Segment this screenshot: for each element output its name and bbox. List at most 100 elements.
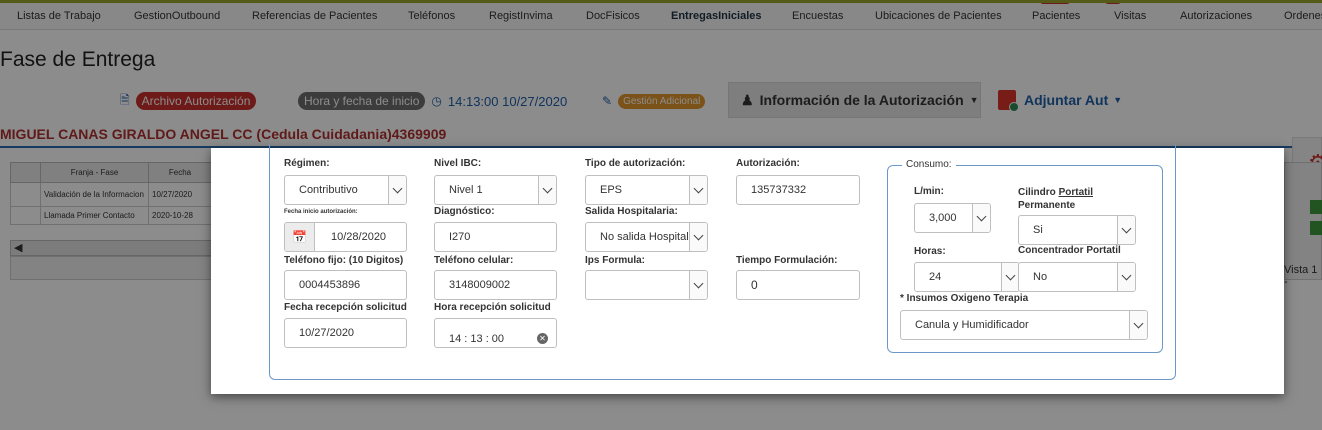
autorizacion-label: Autorización: — [736, 158, 800, 169]
cilindro-label: Cilindro Portatil Permanente — [1018, 186, 1093, 212]
gestion-adicional-group[interactable]: ✎ Gestión Adicional — [602, 90, 706, 112]
tipo-autorizacion-label: Tipo de autorización: — [585, 158, 686, 169]
pdf-add-icon — [998, 90, 1019, 112]
nav-item-docfisicos[interactable]: DocFisicos — [586, 10, 640, 22]
table-header-fecha: Fecha — [148, 162, 212, 183]
nav-item-visitas[interactable]: Visitas — [1114, 10, 1146, 22]
telefono-fijo-value: 0004453896 — [299, 279, 361, 291]
hora-recepcion-input[interactable]: 14 : 13 : 00 ✕ — [434, 318, 557, 348]
tiempo-formulacion-label: Tiempo Formulación: — [736, 255, 838, 266]
green-action-button[interactable] — [1310, 200, 1322, 214]
top-nav: Listas de Trabajo GestionOutbound Refere… — [0, 3, 1322, 30]
adjuntar-label: Adjuntar Aut — [1024, 92, 1109, 108]
hora-fecha-group: Hora y fecha de inicio ◷ 14:13:00 10/27/… — [298, 90, 567, 112]
auth-info-dropdown[interactable]: ♟ Información de la Autorización ▼ — [728, 82, 981, 118]
cilindro-select[interactable]: Si — [1018, 215, 1136, 245]
horizontal-scrollbar[interactable]: ◀ — [10, 240, 212, 256]
tiempo-formulacion-input[interactable]: 0 — [736, 270, 860, 300]
nav-item-entregas-iniciales[interactable]: EntregasIniciales — [671, 10, 762, 22]
horas-label: Horas: — [914, 246, 946, 257]
chevron-down-icon — [689, 176, 707, 204]
tipo-autorizacion-select[interactable]: EPS — [585, 175, 708, 205]
clock-icon: ◷ — [431, 94, 442, 108]
hora-fecha-badge: Hora y fecha de inicio — [298, 92, 426, 110]
authorization-modal: Régimen: Contributivo Fecha inicio autor… — [211, 144, 1284, 394]
clear-icon[interactable]: ✕ — [537, 333, 548, 344]
insumos-label: * Insumos Oxigeno Terapia — [900, 293, 1029, 304]
nav-item-listas-de-trabajo[interactable]: Listas de Trabajo — [17, 10, 101, 22]
nav-item-autorizaciones[interactable]: Autorizaciones — [1180, 10, 1252, 22]
ips-formula-label: Ips Formula: — [585, 255, 646, 266]
nav-item-ubicaciones-pacientes[interactable]: Ubicaciones de Pacientes — [875, 10, 1002, 22]
table-cell: 10/27/2020 — [148, 182, 212, 207]
caret-down-icon: ▼ — [969, 95, 979, 105]
scroll-left-icon[interactable]: ◀ — [14, 242, 22, 254]
nav-item-referencias-pacientes[interactable]: Referencias de Pacientes — [252, 10, 377, 22]
adjuntar-aut-dropdown[interactable]: Adjuntar Aut ▼ — [998, 90, 1122, 112]
cilindro-label-prefix: Cilindro — [1018, 187, 1059, 198]
gestion-adicional-badge[interactable]: Gestión Adicional — [618, 93, 706, 109]
table-row[interactable]: Validación de la Informacion 10/27/2020 — [10, 182, 212, 207]
autorizacion-input[interactable]: 135737332 — [736, 175, 860, 205]
calendar-icon[interactable]: 📅 — [285, 223, 315, 251]
fecha-inicio-aut-value: 10/28/2020 — [331, 231, 387, 243]
nivel-ibc-label: Nivel IBC: — [434, 158, 482, 169]
diagnostico-value: I270 — [449, 231, 471, 243]
ips-formula-select[interactable] — [585, 270, 708, 300]
diagnostico-label: Diagnóstico: — [434, 206, 495, 217]
phases-table: Franja - Fase Fecha Validación de la Inf… — [10, 162, 212, 225]
fecha-inicio-aut-input[interactable]: 📅 10/28/2020 — [284, 222, 407, 252]
lmin-value: 3,000 — [929, 212, 957, 224]
patient-name: MIGUEL CANAS GIRALDO ANGEL CC (Cedula Cu… — [0, 126, 447, 142]
chevron-down-icon — [1117, 263, 1135, 291]
fecha-recepcion-value: 10/27/2020 — [299, 327, 355, 339]
concentrador-select[interactable]: No — [1018, 262, 1136, 292]
diagnostico-input[interactable]: I270 — [434, 222, 557, 252]
tipo-autorizacion-value: EPS — [600, 184, 623, 196]
chevron-down-icon — [538, 176, 556, 204]
table-cell: 2020-10-28 — [148, 206, 212, 225]
table-row[interactable]: Llamada Primer Contacto 2020-10-28 — [10, 206, 212, 225]
nav-item-pacientes[interactable]: Pacientes — [1032, 10, 1080, 22]
consumo-legend: Consumo: — [902, 159, 956, 170]
nav-item-registinvima[interactable]: RegistInvima — [489, 10, 553, 22]
chevron-down-icon — [972, 204, 990, 232]
insumos-value: Canula y Humidificador — [915, 319, 1029, 331]
table-cell: Validación de la Informacion — [40, 182, 149, 207]
insumos-select[interactable]: Canula y Humidificador — [900, 310, 1148, 340]
nav-item-ordenes[interactable]: Ordenes — [1284, 10, 1322, 22]
auth-info-label: Información de la Autorización — [759, 92, 964, 108]
telefono-celular-input[interactable]: 3148009002 — [434, 270, 557, 300]
horas-value: 24 — [929, 271, 942, 283]
fecha-recepcion-input[interactable]: 10/27/2020 — [284, 318, 407, 348]
table-cell: Llamada Primer Contacto — [40, 206, 149, 225]
table-footer — [10, 256, 212, 280]
nivel-ibc-select[interactable]: Nivel 1 — [434, 175, 557, 205]
cilindro-value: Si — [1033, 224, 1043, 236]
start-time: 14:13:00 10/27/2020 — [447, 93, 568, 109]
telefono-celular-value: 3148009002 — [449, 279, 511, 291]
table-header-blank — [10, 162, 41, 183]
nav-item-encuestas[interactable]: Encuestas — [792, 10, 843, 22]
lmin-label: L/min: — [914, 186, 944, 197]
nav-item-telefonos[interactable]: Teléfonos — [408, 10, 455, 22]
pacientes-badge — [1040, 3, 1070, 4]
concentrador-value: No — [1033, 271, 1048, 283]
page-title: Fase de Entrega — [0, 48, 156, 71]
archivo-autorizacion-group[interactable]: 🗎 Archivo Autorización — [120, 90, 257, 112]
nav-item-gestion-outbound[interactable]: GestionOutbound — [134, 10, 220, 22]
telefono-fijo-input[interactable]: 0004453896 — [284, 270, 407, 300]
regimen-select[interactable]: Contributivo — [284, 175, 407, 205]
hora-recepcion-value: 14 : 13 : 00 — [449, 332, 505, 345]
autorizacion-value: 135737332 — [751, 184, 807, 196]
fecha-recepcion-label: Fecha recepción solicitud — [284, 302, 407, 313]
chevron-down-icon — [1117, 216, 1135, 244]
green-action-button[interactable] — [1310, 221, 1322, 235]
pager-vista: Vista 1 - — [1284, 264, 1318, 288]
fecha-inicio-aut-label: Fecha inicio autorización: — [284, 209, 358, 215]
salida-hospitalaria-select[interactable]: No salida Hospitalaria — [585, 222, 708, 252]
lmin-select[interactable]: 3,000 — [914, 203, 991, 233]
archivo-autorizacion-badge[interactable]: Archivo Autorización — [135, 92, 257, 110]
regimen-value: Contributivo — [299, 184, 358, 196]
horas-select[interactable]: 24 — [914, 262, 1020, 292]
